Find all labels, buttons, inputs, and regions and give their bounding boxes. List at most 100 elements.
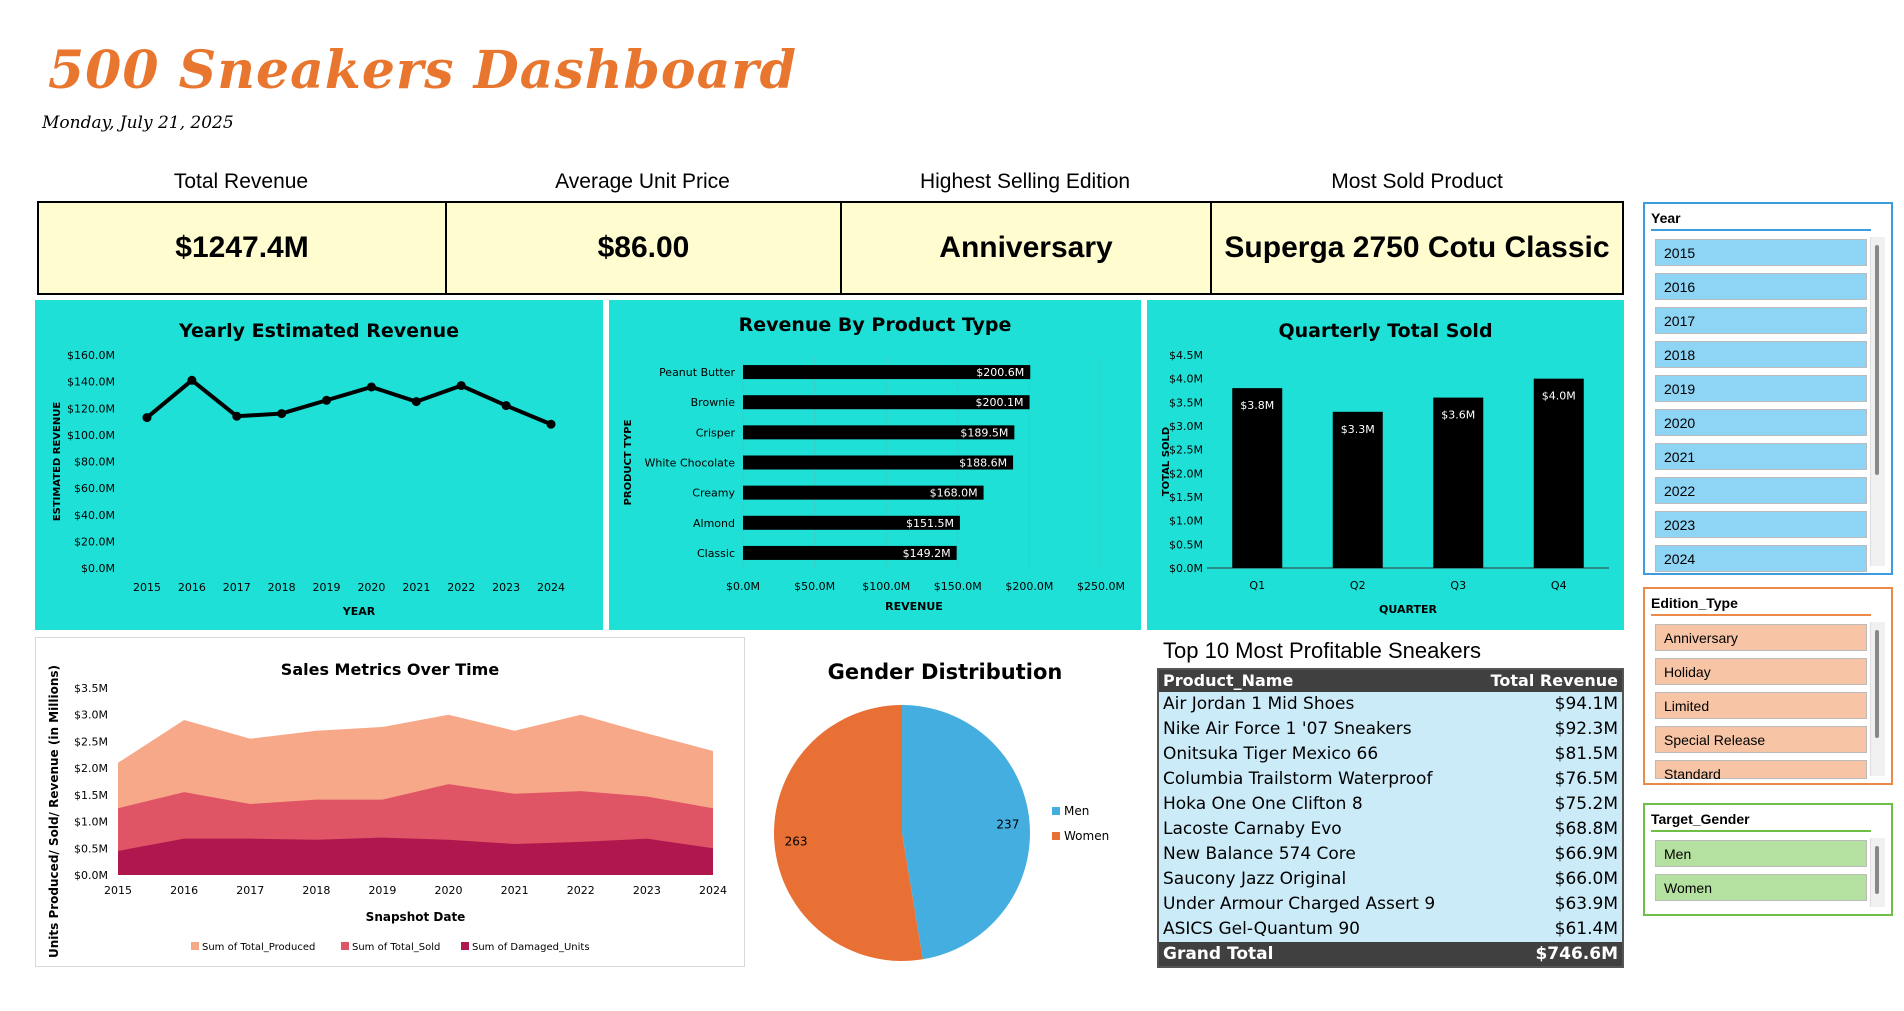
data-label: $151.5M	[906, 517, 954, 530]
x-tick-label: 2016	[178, 581, 206, 594]
edition-type-slicer-item[interactable]: Special Release	[1655, 726, 1867, 753]
x-tick-label: 2023	[492, 581, 520, 594]
legend-label: Women	[1064, 829, 1109, 843]
edition-type-slicer-item[interactable]: Holiday	[1655, 658, 1867, 685]
target-gender-slicer[interactable]: Target_Gender Men Women	[1643, 803, 1893, 916]
data-point	[322, 395, 332, 405]
target-gender-slicer-scrollbar[interactable]	[1870, 838, 1885, 907]
year-slicer-item[interactable]: 2015	[1655, 239, 1867, 266]
scroll-thumb[interactable]	[1875, 245, 1879, 476]
y-tick-label: $3.5M	[1169, 396, 1203, 409]
year-slicer-item[interactable]: 2020	[1655, 409, 1867, 436]
header-total-revenue[interactable]: Total Revenue	[1491, 670, 1618, 692]
y-tick-label: $4.5M	[1169, 349, 1203, 362]
edition-type-slicer-item[interactable]: Anniversary	[1655, 624, 1867, 651]
y-tick-label: Brownie	[691, 396, 736, 409]
yearly-revenue-chart: $0.0M $20.0M $40.0M $60.0M $80.0M $100.0M $120…	[52, 349, 565, 618]
data-point	[546, 419, 556, 429]
legend-label: Sum of Total_Produced	[202, 942, 315, 953]
sales-metrics-panel[interactable]: Sales Metrics Over Time $0.0M $0.5M $1.0M $…	[35, 637, 745, 967]
year-slicer[interactable]: Year 2015 2016 2017 2018 2019 2020 2021 2022 2023…	[1643, 202, 1893, 575]
kpi-value-most-sold-product: Superga 2750 Cotu Classic	[1224, 231, 1610, 264]
x-axis-label: YEAR	[342, 605, 376, 618]
legend-swatch	[461, 942, 469, 950]
data-label: $200.1M	[976, 396, 1024, 409]
y-tick-label: $0.0M	[81, 562, 115, 575]
year-slicer-title: Year	[1651, 210, 1681, 226]
data-label: $4.0M	[1542, 390, 1576, 403]
target-gender-slicer-title: Target_Gender	[1651, 811, 1750, 827]
y-tick-label: Almond	[693, 517, 735, 530]
kpi-strip: $1247.4M $86.00 Anniversary Superga 2750…	[37, 201, 1624, 295]
year-slicer-item[interactable]: 2019	[1655, 375, 1867, 402]
quarterly-sold-chart: $0.0M $0.5M $1.0M $1.5M $2.0M $2.5M $3.0M $3.5M…	[1161, 349, 1609, 616]
x-tick-label: 2018	[302, 884, 330, 897]
x-axis-label: Snapshot Date	[366, 910, 466, 924]
edition-type-slicer-item[interactable]: Limited	[1655, 692, 1867, 719]
y-tick-label: $2.0M	[1169, 467, 1203, 480]
x-tick-label: $200.0M	[1005, 580, 1053, 593]
gender-panel[interactable]: Gender Distribution 237 263 Men Women	[755, 650, 1135, 970]
pie-slice	[902, 705, 1030, 960]
x-tick-label: 2019	[313, 581, 341, 594]
legend-label: Sum of Damaged_Units	[472, 942, 590, 953]
year-slicer-item[interactable]: 2024	[1655, 545, 1867, 572]
x-tick-label: 2022	[447, 581, 475, 594]
target-gender-slicer-item[interactable]: Men	[1655, 840, 1867, 867]
x-tick-label: Q4	[1551, 579, 1567, 592]
y-tick-label: $2.5M	[74, 735, 108, 748]
revenue-cell: $63.9M	[1554, 894, 1618, 914]
year-slicer-item[interactable]: 2017	[1655, 307, 1867, 334]
y-tick-label: $0.5M	[1169, 538, 1203, 551]
slicer-title-underline	[1651, 229, 1871, 231]
table-row: Onitsuka Tiger Mexico 66 $81.5M	[1159, 742, 1622, 767]
edition-type-slicer[interactable]: Edition_Type Anniversary Holiday Limited Spe…	[1643, 587, 1893, 785]
y-tick-label: $120.0M	[67, 402, 115, 415]
data-label: $200.6M	[976, 366, 1024, 379]
data-label: $189.5M	[960, 426, 1008, 439]
yearly-revenue-panel[interactable]: Yearly Estimated Revenue $0.0M $20.0M $40.…	[35, 300, 603, 630]
top-sneakers-table: Product_Name Total Revenue Air Jordan 1 …	[1157, 668, 1624, 968]
gender-chart: 237 263 Men Women	[774, 705, 1109, 961]
x-tick-label: 2020	[357, 581, 385, 594]
revenue-cell: $66.9M	[1554, 844, 1618, 864]
revenue-cell: $75.2M	[1554, 794, 1618, 814]
edition-type-slicer-scrollbar[interactable]	[1870, 622, 1885, 776]
y-tick-label: $2.5M	[1169, 444, 1203, 457]
data-label: 237	[996, 817, 1019, 831]
year-slicer-item[interactable]: 2023	[1655, 511, 1867, 538]
y-tick-label: $4.0M	[1169, 373, 1203, 386]
data-point	[277, 409, 287, 419]
year-slicer-item[interactable]: 2016	[1655, 273, 1867, 300]
year-slicer-item[interactable]: 2022	[1655, 477, 1867, 504]
edition-type-slicer-item[interactable]: Standard	[1655, 760, 1867, 782]
quarterly-sold-panel[interactable]: Quarterly Total Sold $0.0M $0.5M $1.0M $1.5…	[1147, 300, 1624, 630]
x-tick-label: $150.0M	[934, 580, 982, 593]
y-tick-label: $3.5M	[74, 682, 108, 695]
product-name-cell: ASICS Gel-Quantum 90	[1163, 919, 1360, 939]
bar	[1433, 397, 1484, 568]
data-label: $149.2M	[903, 547, 951, 560]
y-axis-label: TOTAL SOLD	[1161, 427, 1172, 496]
y-tick-label: $20.0M	[74, 535, 115, 548]
table-header: Product_Name Total Revenue	[1159, 670, 1622, 692]
data-label: $3.8M	[1240, 399, 1274, 412]
legend-swatch	[341, 942, 349, 950]
bar	[1232, 388, 1283, 568]
scroll-thumb[interactable]	[1875, 630, 1879, 738]
target-gender-slicer-item[interactable]: Women	[1655, 874, 1867, 901]
header-product-name[interactable]: Product_Name	[1163, 670, 1293, 692]
y-tick-label: $0.5M	[74, 842, 108, 855]
year-slicer-item[interactable]: 2021	[1655, 443, 1867, 470]
scroll-thumb[interactable]	[1875, 846, 1879, 895]
table-row: Hoka One One Clifton 8 $75.2M	[1159, 792, 1622, 817]
x-axis-label: REVENUE	[885, 600, 943, 613]
product-name-cell: Onitsuka Tiger Mexico 66	[1163, 744, 1379, 764]
x-tick-label: 2015	[104, 884, 132, 897]
slicer-title-underline	[1651, 830, 1871, 832]
year-slicer-item[interactable]: 2018	[1655, 341, 1867, 368]
x-tick-label: 2017	[236, 884, 264, 897]
year-slicer-scrollbar[interactable]	[1870, 237, 1885, 566]
revenue-by-product-panel[interactable]: Revenue By Product Type $0.0M $50.0M $100.…	[609, 300, 1141, 630]
data-point	[456, 381, 466, 391]
